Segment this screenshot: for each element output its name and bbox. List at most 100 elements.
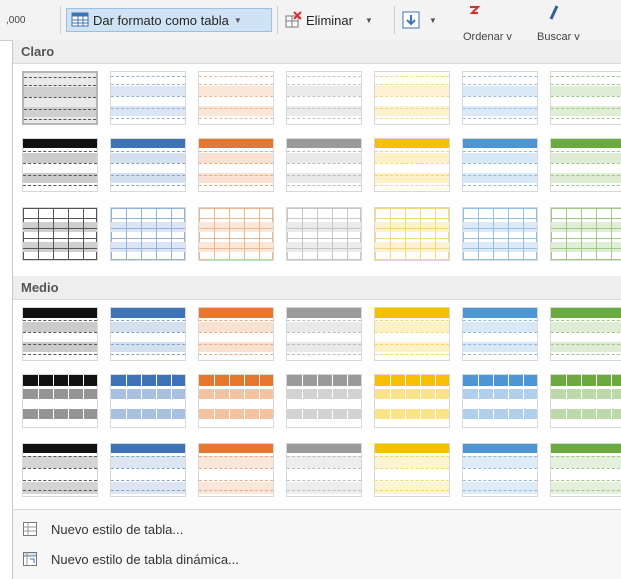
table-style-thumbnail[interactable] [462, 71, 538, 125]
table-style-thumbnail[interactable] [374, 71, 450, 125]
delete-cells-button[interactable]: Eliminar ▼ [284, 8, 373, 32]
table-style-thumbnail[interactable] [198, 374, 274, 428]
format-as-table-button[interactable]: Dar formato como tabla ▼ [66, 8, 272, 32]
table-style-thumbnail[interactable] [110, 307, 186, 361]
style-row-rule [375, 419, 449, 420]
style-row-rule [287, 163, 361, 164]
style-col-rule [126, 208, 127, 260]
table-style-thumbnail[interactable] [286, 307, 362, 361]
table-style-thumbnail[interactable] [462, 307, 538, 361]
table-style-thumbnail[interactable] [374, 443, 450, 497]
table-style-thumbnail[interactable] [110, 207, 186, 261]
style-row-rule [463, 490, 537, 491]
style-col-rule [581, 375, 582, 427]
table-style-thumbnail[interactable] [22, 443, 98, 497]
style-grid-frame [287, 208, 361, 260]
table-style-thumbnail[interactable] [110, 374, 186, 428]
new-table-style-item[interactable]: Nuevo estilo de tabla... [13, 516, 621, 542]
table-style-thumbnail[interactable] [374, 374, 450, 428]
table-style-thumbnail[interactable] [286, 71, 362, 125]
table-style-thumbnail[interactable] [550, 374, 621, 428]
style-grid-frame [111, 208, 185, 260]
style-row-rule [199, 175, 273, 176]
table-style-thumbnail[interactable] [286, 207, 362, 261]
style-row-rule [287, 320, 361, 321]
table-style-thumbnail[interactable] [22, 71, 98, 125]
table-style-thumbnail[interactable] [374, 207, 450, 261]
table-style-thumbnail[interactable] [462, 443, 538, 497]
style-row-rule [111, 76, 185, 77]
style-row-rule [24, 119, 96, 120]
style-col-rule [390, 375, 391, 427]
style-col-rule [229, 375, 230, 427]
style-col-rule [523, 208, 524, 260]
style-col-rule [259, 208, 260, 260]
style-row-rule [111, 354, 185, 355]
style-row-rule [287, 96, 361, 97]
table-style-thumbnail[interactable] [462, 374, 538, 428]
style-col-rule [214, 208, 215, 260]
table-style-thumbnail[interactable] [22, 307, 98, 361]
style-col-rule [478, 375, 479, 427]
table-style-thumbnail[interactable] [110, 71, 186, 125]
new-pivot-style-item[interactable]: Nuevo estilo de tabla dinámica... [13, 546, 621, 572]
table-style-thumbnail[interactable] [550, 138, 621, 192]
table-style-thumbnail[interactable] [198, 307, 274, 361]
style-row-rule [111, 480, 185, 481]
table-style-thumbnail[interactable] [462, 207, 538, 261]
style-row-rule [23, 468, 97, 469]
gallery-section-header: Medio [13, 276, 621, 300]
table-style-thumbnail[interactable] [22, 207, 98, 261]
style-col-rule [171, 208, 172, 260]
style-row-rule [463, 84, 537, 85]
style-col-rule [508, 375, 509, 427]
style-row-band [287, 242, 361, 252]
style-col-rule [493, 375, 494, 427]
table-style-thumbnail[interactable] [22, 138, 98, 192]
style-row-rule [375, 118, 449, 119]
table-style-thumbnail[interactable] [198, 443, 274, 497]
table-style-thumbnail[interactable] [198, 138, 274, 192]
style-row-rule [23, 151, 97, 152]
style-row-rule [199, 399, 273, 400]
table-style-thumbnail[interactable] [198, 71, 274, 125]
table-style-thumbnail[interactable] [286, 374, 362, 428]
style-row-rule [463, 118, 537, 119]
style-row-band [111, 482, 185, 494]
style-row-rule [375, 490, 449, 491]
find-select-button[interactable] [548, 0, 566, 26]
style-row-rule [551, 185, 621, 186]
number-format-button[interactable]: ,000 [6, 8, 25, 32]
style-header-band [111, 308, 185, 318]
fill-button[interactable]: ▼ [402, 8, 437, 32]
table-style-thumbnail[interactable] [286, 138, 362, 192]
style-row-rule [375, 456, 449, 457]
table-style-thumbnail[interactable] [374, 307, 450, 361]
style-col-rule [581, 208, 582, 260]
table-style-thumbnail[interactable] [110, 138, 186, 192]
table-style-thumbnail[interactable] [550, 307, 621, 361]
style-row-band [463, 456, 537, 468]
table-style-thumbnail[interactable] [374, 138, 450, 192]
fill-down-icon [402, 11, 420, 29]
table-style-thumbnail[interactable] [550, 207, 621, 261]
style-row-rule [23, 456, 97, 457]
sort-filter-button[interactable] [468, 0, 486, 26]
style-col-rule [596, 208, 597, 260]
style-col-rule [156, 208, 157, 260]
table-style-thumbnail[interactable] [462, 138, 538, 192]
table-style-thumbnail[interactable] [286, 443, 362, 497]
style-header-band [199, 139, 273, 148]
style-header-band [111, 139, 185, 148]
style-col-rule [566, 208, 567, 260]
table-style-thumbnail[interactable] [22, 374, 98, 428]
style-row-rule [287, 468, 361, 469]
style-row-rule [375, 320, 449, 321]
style-row-rule [111, 248, 185, 249]
table-style-thumbnail[interactable] [198, 207, 274, 261]
table-style-thumbnail[interactable] [550, 71, 621, 125]
style-row-band [375, 482, 449, 494]
table-style-thumbnail[interactable] [110, 443, 186, 497]
table-style-thumbnail[interactable] [550, 443, 621, 497]
style-row-band [199, 322, 273, 332]
